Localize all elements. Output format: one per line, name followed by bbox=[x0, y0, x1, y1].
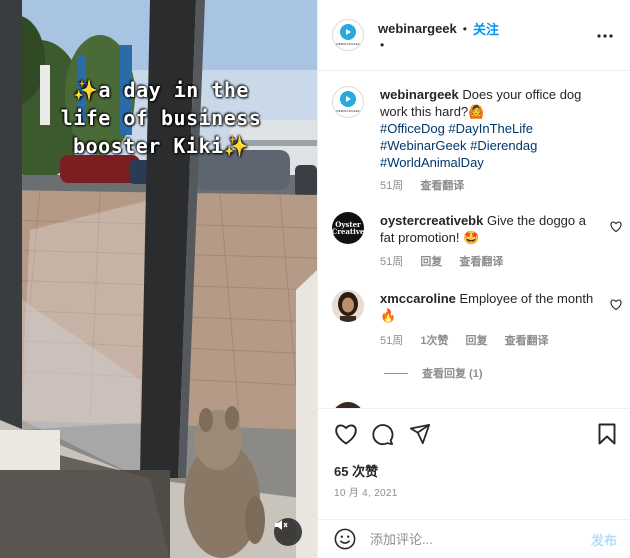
mute-button[interactable] bbox=[274, 518, 302, 546]
comment-meta: 51周 回复 查看翻译 bbox=[380, 253, 517, 269]
sparkle-emoji: ✨ bbox=[73, 78, 99, 102]
comment-like-button[interactable] bbox=[610, 220, 622, 235]
bookmark-icon bbox=[598, 423, 616, 445]
comment-item: Oyster Creative oystercreativebk Give th… bbox=[332, 212, 622, 272]
post-dialog: ✨a day in the life of business booster K… bbox=[0, 0, 630, 558]
see-translation-button[interactable]: 查看翻译 bbox=[420, 180, 464, 192]
comments-list[interactable]: WEBINARGEEK webinargeek Does your office… bbox=[318, 72, 630, 408]
overlay-line-2: life of business bbox=[60, 106, 262, 130]
comment-icon bbox=[372, 424, 394, 446]
overlay-line-3: booster Kiki✨ bbox=[36, 132, 286, 160]
view-replies-label: 查看回复 (1) bbox=[422, 368, 483, 380]
comment-text: xmccaroline Employee of the month 🔥 bbox=[380, 290, 600, 324]
comment-username[interactable]: oystercreativebk bbox=[380, 213, 483, 228]
reply-button[interactable]: 回复 bbox=[466, 335, 488, 347]
header-user-row: webinargeek • 关注 bbox=[378, 19, 499, 38]
add-comment-bar: 发布 bbox=[318, 519, 630, 558]
hashtag-link[interactable]: #WebinarGeek bbox=[380, 138, 466, 153]
comment-likes-count[interactable]: 1次赞 bbox=[420, 335, 448, 347]
see-translation-button[interactable]: 查看翻译 bbox=[459, 256, 503, 268]
profile-photo bbox=[332, 290, 364, 322]
heart-icon bbox=[335, 424, 357, 445]
post-caption: WEBINARGEEK webinargeek Does your office… bbox=[332, 86, 622, 196]
brand-logo-icon bbox=[340, 24, 356, 40]
comment-emoji: 🤩 bbox=[463, 230, 480, 245]
caption-meta: 51周 查看翻译 bbox=[380, 177, 478, 193]
post-video[interactable]: ✨a day in the life of business booster K… bbox=[0, 0, 317, 558]
like-button[interactable] bbox=[334, 423, 358, 448]
caption-text: webinargeek Does your office dog work th… bbox=[380, 86, 600, 171]
comment-time[interactable]: 51周 bbox=[380, 256, 403, 268]
heart-icon bbox=[610, 221, 622, 233]
follow-button[interactable]: 关注 bbox=[473, 19, 499, 38]
comment-time[interactable]: 51周 bbox=[380, 335, 403, 347]
mute-icon bbox=[275, 520, 288, 530]
avatar-brand-text: WEBINARGEEK bbox=[335, 42, 361, 46]
reply-button[interactable]: 回复 bbox=[420, 256, 442, 268]
view-replies-button[interactable]: 查看回复 (1) bbox=[384, 365, 483, 381]
see-translation-button[interactable]: 查看翻译 bbox=[505, 335, 549, 347]
separator-dot: • bbox=[462, 21, 467, 36]
caption-username[interactable]: webinargeek bbox=[380, 87, 459, 102]
avatar-brand-text: WEBINARGEEK bbox=[335, 109, 361, 113]
smiley-icon bbox=[334, 528, 356, 550]
caption-emoji: 🙆 bbox=[468, 104, 485, 119]
emoji-button[interactable] bbox=[334, 528, 356, 553]
comment-item: xmccaroline Employee of the month 🔥 51周 … bbox=[332, 290, 622, 360]
post-comment-button[interactable]: 发布 bbox=[591, 530, 617, 549]
heart-icon bbox=[610, 299, 622, 311]
comment-button[interactable] bbox=[371, 423, 394, 449]
hashtag-link[interactable]: #Dierendag bbox=[470, 138, 537, 153]
avatar-text: Oyster Creative bbox=[332, 220, 364, 236]
comment-meta: 51周 1次赞 回复 查看翻译 bbox=[380, 332, 563, 348]
replies-divider bbox=[384, 372, 408, 374]
sparkle-emoji: ✨ bbox=[223, 134, 249, 158]
overlay-text: a day in the bbox=[98, 78, 249, 102]
comment-like-button[interactable] bbox=[610, 298, 622, 313]
avatar[interactable]: Oyster Creative bbox=[332, 212, 364, 244]
avatar[interactable] bbox=[332, 290, 364, 322]
overlay-text: booster Kiki bbox=[73, 134, 224, 158]
hashtag-link[interactable]: #WorldAnimalDay bbox=[380, 155, 484, 170]
save-button[interactable] bbox=[598, 423, 616, 448]
video-text-overlay: ✨a day in the life of business booster K… bbox=[36, 76, 286, 160]
comment-emoji: 🔥 bbox=[380, 308, 397, 323]
overlay-line-1: ✨a day in the bbox=[36, 76, 286, 104]
post-side-panel: WEBINARGEEK webinargeek • 关注 • WEBINARGE… bbox=[317, 0, 630, 558]
brand-logo-icon bbox=[340, 91, 356, 107]
likes-count[interactable]: 65 次赞 bbox=[334, 461, 378, 480]
hashtag-link[interactable]: #OfficeDog bbox=[380, 121, 445, 136]
caption-time[interactable]: 51周 bbox=[380, 180, 403, 192]
more-options-button[interactable] bbox=[597, 26, 613, 41]
hashtag-link[interactable]: #DayInTheLife bbox=[448, 121, 533, 136]
share-icon bbox=[409, 423, 431, 445]
post-header: WEBINARGEEK webinargeek • 关注 • bbox=[318, 0, 630, 71]
more-options-icon bbox=[597, 34, 613, 38]
comment-text: oystercreativebk Give the doggo a fat pr… bbox=[380, 212, 600, 246]
avatar[interactable]: WEBINARGEEK bbox=[332, 86, 364, 118]
header-username[interactable]: webinargeek bbox=[378, 21, 457, 36]
post-date[interactable]: 10 月 4, 2021 bbox=[334, 484, 398, 499]
comment-body: Employee of the month bbox=[459, 291, 594, 306]
share-button[interactable] bbox=[409, 423, 431, 448]
comment-input[interactable] bbox=[370, 528, 570, 550]
post-actions: 65 次赞 10 月 4, 2021 bbox=[318, 408, 630, 520]
comment-username[interactable]: xmccaroline bbox=[380, 291, 456, 306]
header-subline: • bbox=[380, 38, 385, 52]
avatar[interactable]: WEBINARGEEK bbox=[332, 19, 364, 51]
